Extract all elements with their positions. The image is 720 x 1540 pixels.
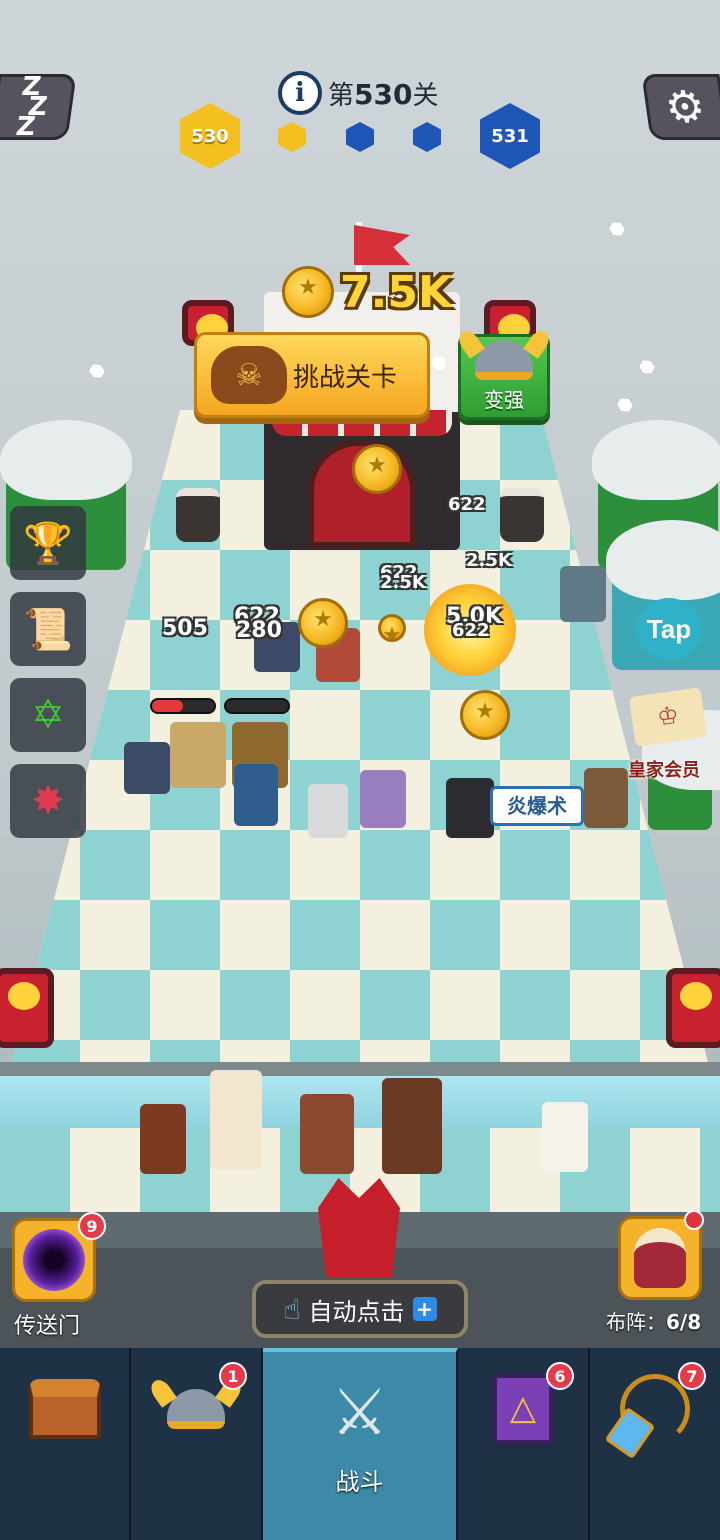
board-edge bbox=[0, 1062, 720, 1076]
gear-icon: ⚙ bbox=[661, 81, 709, 133]
damage-number: 2.5K bbox=[380, 572, 426, 593]
auto-tap-button[interactable]: ☝ 自动点击 + bbox=[252, 1280, 468, 1338]
coin-icon bbox=[282, 266, 334, 318]
royal-member-label: 皇家会员 bbox=[628, 760, 700, 781]
upgrade-button[interactable]: 变强 bbox=[458, 334, 550, 420]
idle-sleep-button[interactable]: Z ZZ bbox=[0, 72, 77, 142]
tab-battle[interactable]: ⚔ 战斗 bbox=[263, 1348, 458, 1540]
reward-amount: 7.5K bbox=[340, 266, 453, 318]
level-title: 第530关 bbox=[328, 77, 439, 111]
sleep-icon: Z ZZ bbox=[14, 72, 50, 142]
hero-portrait-icon bbox=[634, 1228, 686, 1288]
enemy-unit bbox=[560, 566, 606, 622]
enemy-unit bbox=[446, 778, 494, 838]
tab-artifact[interactable]: 7 bbox=[590, 1348, 720, 1540]
castle-flag bbox=[354, 225, 410, 265]
crossed-swords-icon: ⚔ bbox=[330, 1376, 389, 1450]
snowflake bbox=[637, 357, 656, 376]
health-bar bbox=[224, 698, 290, 714]
bottom-nav: 1 ⚔ 战斗 △ 6 7 bbox=[0, 1348, 720, 1540]
tab-chest[interactable] bbox=[0, 1348, 131, 1540]
brazier bbox=[666, 968, 720, 1048]
hero-unit bbox=[300, 1094, 354, 1174]
settings-button[interactable]: ⚙ bbox=[641, 74, 720, 140]
portal-label: 传送门 bbox=[14, 1314, 81, 1339]
barrel bbox=[500, 488, 544, 542]
challenge-label: 挑战关卡 bbox=[293, 362, 398, 393]
hero-unit bbox=[210, 1070, 262, 1170]
stage-reward: 7.5K bbox=[282, 266, 452, 318]
auto-tap-label: 自动点击 bbox=[308, 1297, 405, 1326]
coin-drop bbox=[460, 690, 510, 740]
spell-label: 炎爆术 bbox=[490, 786, 584, 826]
level-indicator: i 第530关 bbox=[278, 70, 438, 116]
health-bar bbox=[150, 698, 216, 714]
plus-icon: + bbox=[412, 1297, 437, 1321]
upgrade-label: 变强 bbox=[484, 388, 524, 412]
enemy-chest-mimic bbox=[170, 722, 226, 788]
battle-scene: 505 622 280 622 2.5K 622 2.5K 5.0K 622 炎… bbox=[0, 0, 720, 1348]
helmet-icon bbox=[475, 340, 533, 380]
enemy-bat bbox=[124, 742, 170, 794]
leaderboard-button[interactable]: 🏆 bbox=[10, 506, 86, 580]
portal-badge: 9 bbox=[78, 1212, 106, 1240]
formation-label: 布阵：6/8 bbox=[606, 1310, 702, 1334]
snowflake bbox=[87, 361, 106, 380]
scroll-icon: 📜 bbox=[23, 606, 73, 653]
challenge-stage-button[interactable]: ☠ 挑战关卡 bbox=[194, 332, 430, 418]
hero-unit bbox=[382, 1078, 442, 1174]
portal-icon bbox=[23, 1229, 85, 1291]
taptap-button[interactable]: Tap bbox=[636, 598, 702, 660]
coin-drop bbox=[352, 444, 402, 494]
tab-spellbook[interactable]: △ 6 bbox=[458, 1348, 590, 1540]
damage-number: 622 bbox=[448, 494, 486, 515]
snowflake bbox=[615, 395, 634, 414]
quest-scroll-button[interactable]: 📜 bbox=[10, 592, 86, 666]
snowflake bbox=[607, 219, 626, 238]
coin-drop bbox=[378, 614, 406, 648]
skull-icon: ☠ bbox=[211, 346, 287, 404]
hero-unit bbox=[308, 784, 348, 838]
hero-unit bbox=[584, 768, 628, 828]
barrel bbox=[176, 488, 220, 542]
tab-heroes[interactable]: 1 bbox=[131, 1348, 263, 1540]
claw-button[interactable]: ✸ bbox=[10, 764, 86, 838]
hand-tap-icon: ☝ bbox=[283, 1292, 301, 1326]
damage-number: 280 bbox=[236, 618, 282, 643]
talent-button[interactable]: ✡ bbox=[10, 678, 86, 752]
claw-icon: ✸ bbox=[31, 778, 65, 824]
notification-dot bbox=[684, 1210, 704, 1230]
chest-icon bbox=[28, 1372, 102, 1446]
damage-number: 2.5K bbox=[466, 550, 512, 571]
royal-member-icon[interactable]: ♔ bbox=[628, 687, 708, 747]
tab-label: 战斗 bbox=[335, 1468, 384, 1496]
hero-unit bbox=[360, 770, 406, 828]
hero-unit bbox=[234, 764, 278, 826]
moat-water bbox=[0, 1076, 720, 1128]
hexagram-icon: ✡ bbox=[31, 692, 65, 738]
brazier bbox=[0, 968, 54, 1048]
podium-icon: 🏆 bbox=[23, 520, 73, 567]
hero-unit bbox=[542, 1102, 588, 1172]
tab-badge: 7 bbox=[678, 1362, 706, 1390]
coin-drop bbox=[298, 598, 348, 648]
info-icon[interactable]: i bbox=[278, 71, 322, 115]
damage-number: 622 bbox=[452, 620, 490, 641]
tab-badge: 1 bbox=[219, 1362, 247, 1390]
damage-number: 505 bbox=[162, 616, 208, 641]
tab-badge: 6 bbox=[546, 1362, 574, 1390]
hero-unit bbox=[140, 1104, 186, 1174]
